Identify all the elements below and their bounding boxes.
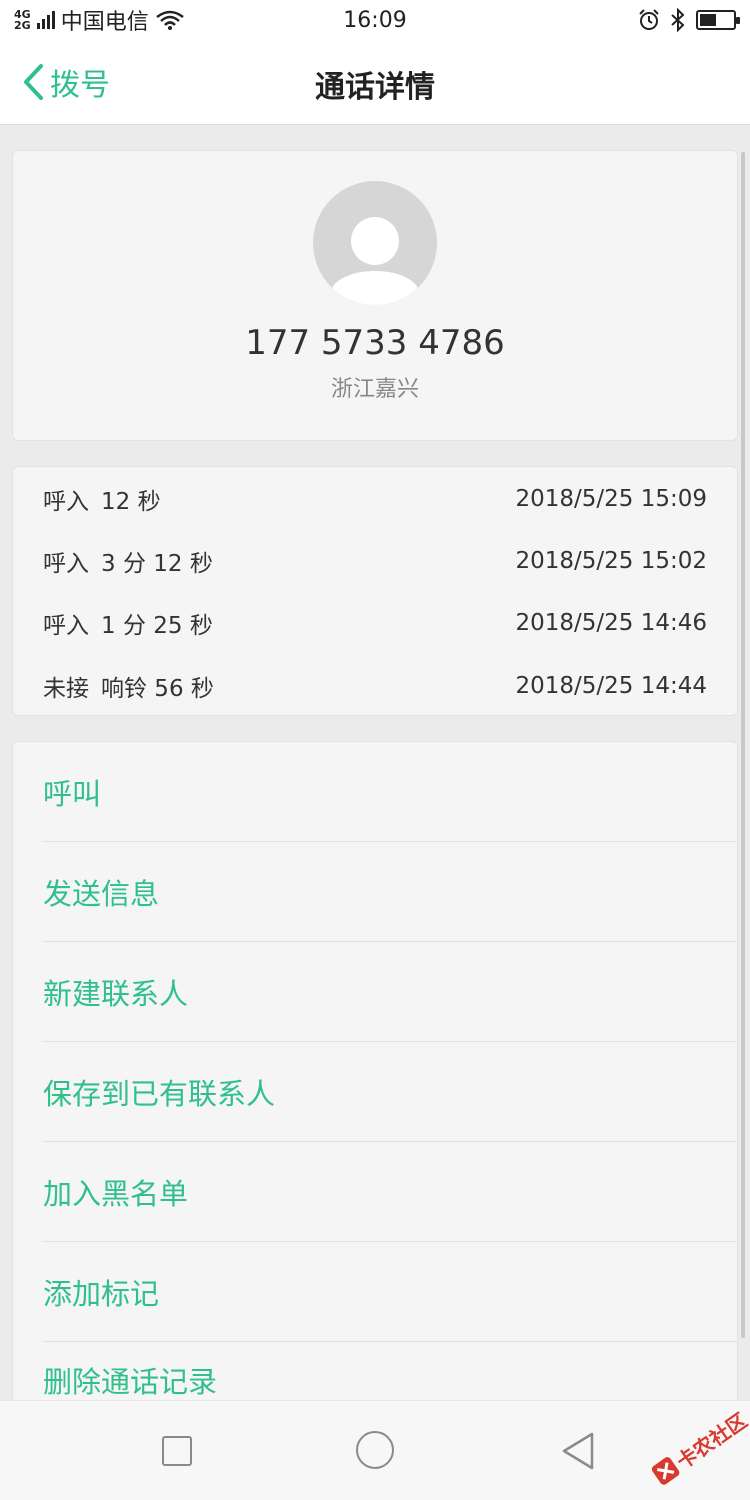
add-to-blacklist-action[interactable]: 加入黑名单 bbox=[43, 1142, 737, 1242]
new-contact-action[interactable]: 新建联系人 bbox=[43, 942, 737, 1042]
status-right bbox=[638, 8, 740, 32]
phone-number: 177 5733 4786 bbox=[245, 323, 505, 363]
action-label: 保存到已有联系人 bbox=[43, 1076, 276, 1111]
status-bar: 4G 2G 中国电信 16:09 bbox=[0, 0, 750, 40]
call-record: 呼入 12 秒 2018/5/25 15:09 bbox=[43, 468, 707, 530]
call-datetime: 2018/5/25 15:02 bbox=[515, 548, 707, 574]
app-header: 拨号 通话详情 bbox=[0, 40, 750, 125]
action-label: 加入黑名单 bbox=[43, 1176, 189, 1211]
call-datetime: 2018/5/25 15:09 bbox=[515, 486, 707, 512]
call-duration: 12 秒 bbox=[101, 489, 161, 515]
save-to-existing-contact-action[interactable]: 保存到已有联系人 bbox=[43, 1042, 737, 1142]
call-duration: 1 分 25 秒 bbox=[101, 613, 213, 639]
call-record: 呼入 1 分 25 秒 2018/5/25 14:46 bbox=[43, 592, 707, 654]
send-message-action[interactable]: 发送信息 bbox=[43, 842, 737, 942]
scroll-indicator[interactable] bbox=[741, 152, 745, 1338]
action-label: 删除通话记录 bbox=[43, 1365, 218, 1399]
bluetooth-icon bbox=[671, 8, 685, 32]
home-button[interactable] bbox=[356, 1431, 394, 1469]
add-tag-action[interactable]: 添加标记 bbox=[43, 1242, 737, 1342]
network-type: 4G 2G bbox=[14, 9, 31, 31]
contact-card: 177 5733 4786 浙江嘉兴 bbox=[12, 150, 738, 441]
call-datetime: 2018/5/25 14:46 bbox=[515, 610, 707, 636]
action-label: 添加标记 bbox=[43, 1276, 160, 1311]
action-label: 发送信息 bbox=[43, 876, 160, 911]
phone-location: 浙江嘉兴 bbox=[330, 377, 419, 402]
call-datetime: 2018/5/25 14:44 bbox=[515, 673, 707, 699]
status-left: 4G 2G 中国电信 bbox=[14, 4, 185, 36]
actions-card: 呼叫 发送信息 新建联系人 保存到已有联系人 加入黑名单 添加标记 删除通话记录 bbox=[12, 741, 738, 1441]
avatar bbox=[313, 181, 437, 305]
call-history-card: 呼入 12 秒 2018/5/25 15:09 呼入 3 分 12 秒 2018/5… bbox=[12, 466, 738, 716]
call-type: 呼入 bbox=[43, 613, 89, 639]
signal-icon bbox=[36, 11, 55, 29]
recents-button[interactable] bbox=[162, 1436, 192, 1466]
action-label: 呼叫 bbox=[43, 776, 102, 811]
call-type: 呼入 bbox=[43, 551, 89, 577]
action-label: 新建联系人 bbox=[43, 976, 189, 1011]
page-title: 通话详情 bbox=[315, 70, 435, 105]
person-icon bbox=[331, 217, 419, 305]
watermark-text: 卡农社区 bbox=[671, 1407, 750, 1474]
network-type-bottom: 2G bbox=[14, 19, 31, 32]
carrier-name: 中国电信 bbox=[60, 10, 149, 35]
call-type: 未接 bbox=[43, 676, 89, 702]
wifi-icon bbox=[155, 10, 184, 30]
call-duration: 3 分 12 秒 bbox=[101, 551, 213, 577]
battery-level bbox=[700, 14, 716, 26]
call-record: 未接 响铃 56 秒 2018/5/25 14:44 bbox=[43, 655, 707, 717]
call-record: 呼入 3 分 12 秒 2018/5/25 15:02 bbox=[43, 530, 707, 592]
call-action[interactable]: 呼叫 bbox=[43, 742, 737, 842]
alarm-icon bbox=[639, 9, 659, 30]
nav-back-button[interactable] bbox=[560, 1431, 596, 1471]
triangle-back-icon bbox=[562, 1432, 594, 1470]
call-duration: 响铃 56 秒 bbox=[101, 676, 214, 702]
battery-icon bbox=[696, 10, 740, 30]
call-type: 呼入 bbox=[43, 489, 89, 515]
